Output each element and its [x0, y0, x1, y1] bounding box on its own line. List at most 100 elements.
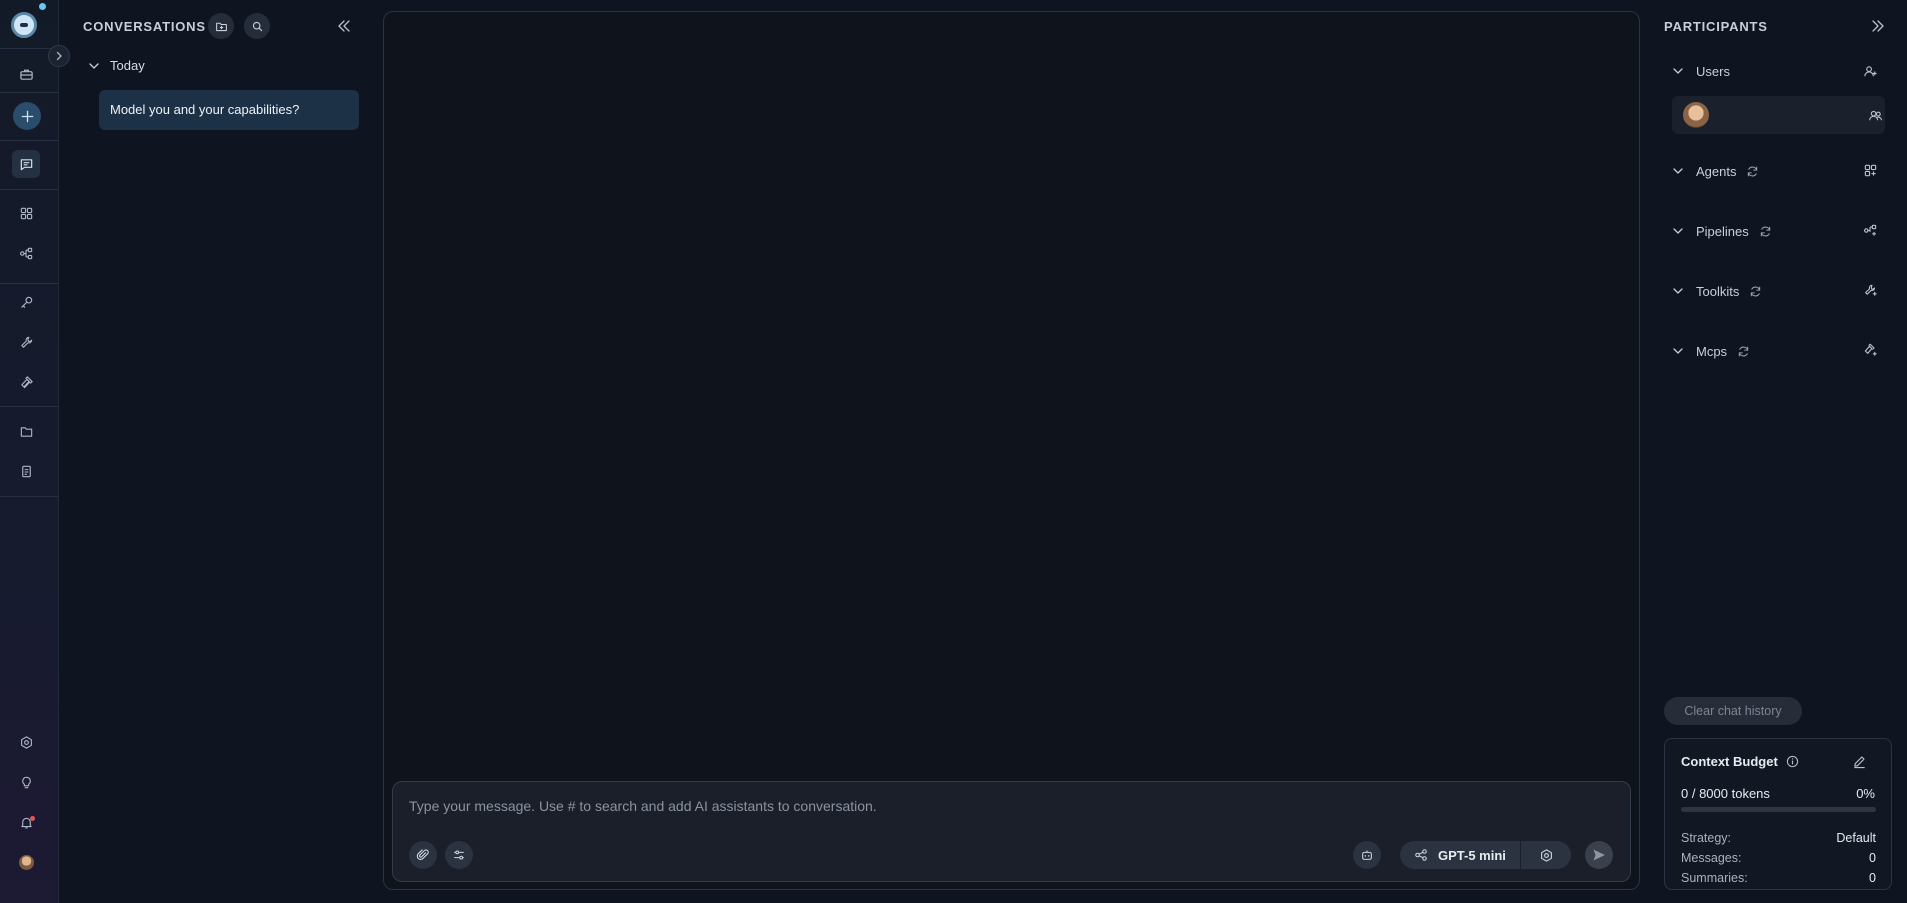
rail-mcps-button[interactable] [12, 368, 40, 396]
token-progress-bar [1681, 807, 1876, 812]
rail-briefcase-button[interactable] [12, 60, 40, 88]
chevron-down-icon [1673, 228, 1683, 234]
divider [0, 92, 59, 93]
key-icon [20, 296, 32, 308]
left-rail [0, 0, 70, 903]
conversation-item[interactable]: Model you and your capabilities? [99, 90, 359, 130]
refresh-icon[interactable] [1759, 225, 1772, 238]
model-selector[interactable]: GPT-5 mini [1400, 841, 1571, 869]
documents-icon [21, 465, 31, 477]
edit-icon[interactable] [1852, 754, 1867, 769]
refresh-icon[interactable] [1749, 285, 1762, 298]
layers-icon [20, 375, 33, 388]
summaries-value: 0 [1869, 871, 1876, 885]
section-label: Agents [1696, 163, 1737, 179]
refresh-icon[interactable] [1746, 165, 1759, 178]
chevron-down-icon [1673, 168, 1683, 174]
expand-rail-button[interactable] [48, 45, 70, 67]
model-settings-button[interactable] [1521, 848, 1571, 863]
chevron-down-icon [1673, 288, 1683, 294]
add-toolkit-icon[interactable] [1863, 283, 1878, 298]
rail-settings-button[interactable] [12, 728, 40, 756]
section-mcps[interactable]: Mcps [1672, 341, 1750, 361]
rail-pipelines-button[interactable] [12, 239, 40, 267]
token-percent: 0% [1856, 786, 1875, 801]
section-pipelines[interactable]: Pipelines [1672, 221, 1772, 241]
folder-plus-icon [215, 22, 227, 31]
divider [0, 496, 59, 497]
message-input[interactable]: Type your message. Use # to search and a… [409, 798, 877, 814]
context-budget-title: Context Budget [1681, 754, 1778, 769]
sliders-icon [454, 850, 464, 860]
collapse-left-icon[interactable] [335, 17, 353, 35]
add-agent-icon[interactable] [1863, 163, 1878, 178]
messages-row: Messages: 0 [1681, 851, 1876, 865]
rail-credentials-button[interactable] [12, 288, 40, 316]
strategy-row: Strategy: Default [1681, 831, 1876, 845]
briefcase-icon [19, 69, 33, 80]
participant-user-card[interactable] [1672, 96, 1885, 134]
model-name: GPT-5 mini [1438, 847, 1506, 863]
divider [0, 406, 59, 407]
section-label: Mcps [1696, 343, 1728, 359]
rail-toolkits-button[interactable] [12, 328, 40, 356]
message-composer[interactable]: Type your message. Use # to search and a… [392, 781, 1631, 882]
divider [0, 140, 59, 141]
info-icon[interactable] [1786, 755, 1799, 768]
section-label: Users [1696, 63, 1730, 79]
section-label: Pipelines [1696, 223, 1749, 239]
divider [0, 189, 59, 190]
conversations-title: CONVERSATIONS [83, 19, 206, 34]
add-mcp-icon[interactable] [1863, 343, 1878, 358]
rail-artifacts-button[interactable] [12, 417, 40, 445]
chevron-down-icon [89, 62, 99, 69]
messages-value: 0 [1869, 851, 1876, 865]
new-folder-button[interactable] [208, 13, 234, 39]
group-label: Today [110, 58, 145, 73]
settings-sliders-button[interactable] [445, 841, 473, 869]
wrench-icon [20, 336, 32, 348]
agent-button[interactable] [1353, 841, 1381, 869]
notification-badge [30, 816, 35, 821]
chevron-right-icon [56, 51, 62, 61]
section-label: Toolkits [1696, 283, 1740, 299]
participants-title: PARTICIPANTS [1664, 19, 1768, 34]
section-toolkits[interactable]: Toolkits [1672, 281, 1762, 301]
refresh-icon[interactable] [1737, 345, 1750, 358]
share-nodes-icon [1415, 849, 1427, 861]
send-button[interactable] [1585, 841, 1613, 869]
rail-documents-button[interactable] [12, 457, 40, 485]
strategy-value: Default [1836, 831, 1876, 845]
rail-notifications-button[interactable] [12, 808, 40, 836]
gear-icon [1540, 848, 1552, 862]
rail-agents-button[interactable] [12, 199, 40, 227]
rail-tips-button[interactable] [12, 768, 40, 796]
add-user-icon[interactable] [1863, 64, 1878, 79]
user-avatar[interactable] [19, 855, 34, 870]
add-pipeline-icon[interactable] [1863, 223, 1878, 238]
group-today[interactable]: Today [88, 58, 145, 73]
messages-label: Messages: [1681, 851, 1742, 865]
strategy-label: Strategy: [1681, 831, 1732, 845]
plus-icon [21, 110, 33, 122]
rail-chat-button[interactable] [12, 150, 40, 178]
model-selector-button[interactable]: GPT-5 mini [1400, 841, 1521, 869]
collapse-right-icon[interactable] [1869, 17, 1887, 35]
search-conversations-button[interactable] [244, 13, 270, 39]
participant-avatar [1683, 102, 1709, 128]
participants-panel: PARTICIPANTS Users Agents Pipelines Tool… [1652, 0, 1907, 903]
settings-icon [20, 735, 32, 749]
app-logo-icon[interactable] [11, 12, 37, 38]
attach-button[interactable] [409, 841, 437, 869]
section-agents[interactable]: Agents [1672, 161, 1759, 181]
clear-chat-history-button[interactable]: Clear chat history [1664, 697, 1802, 725]
token-count: 0 / 8000 tokens [1681, 786, 1770, 801]
new-conversation-button[interactable] [13, 102, 41, 130]
folder-icon [20, 426, 32, 437]
users-icon[interactable] [1868, 108, 1883, 123]
status-dot [39, 3, 46, 10]
section-users[interactable]: Users [1672, 61, 1730, 81]
send-icon [1593, 849, 1605, 861]
robot-icon [1362, 850, 1372, 860]
context-budget-card: Context Budget 0 / 8000 tokens 0% Strate… [1664, 738, 1892, 890]
